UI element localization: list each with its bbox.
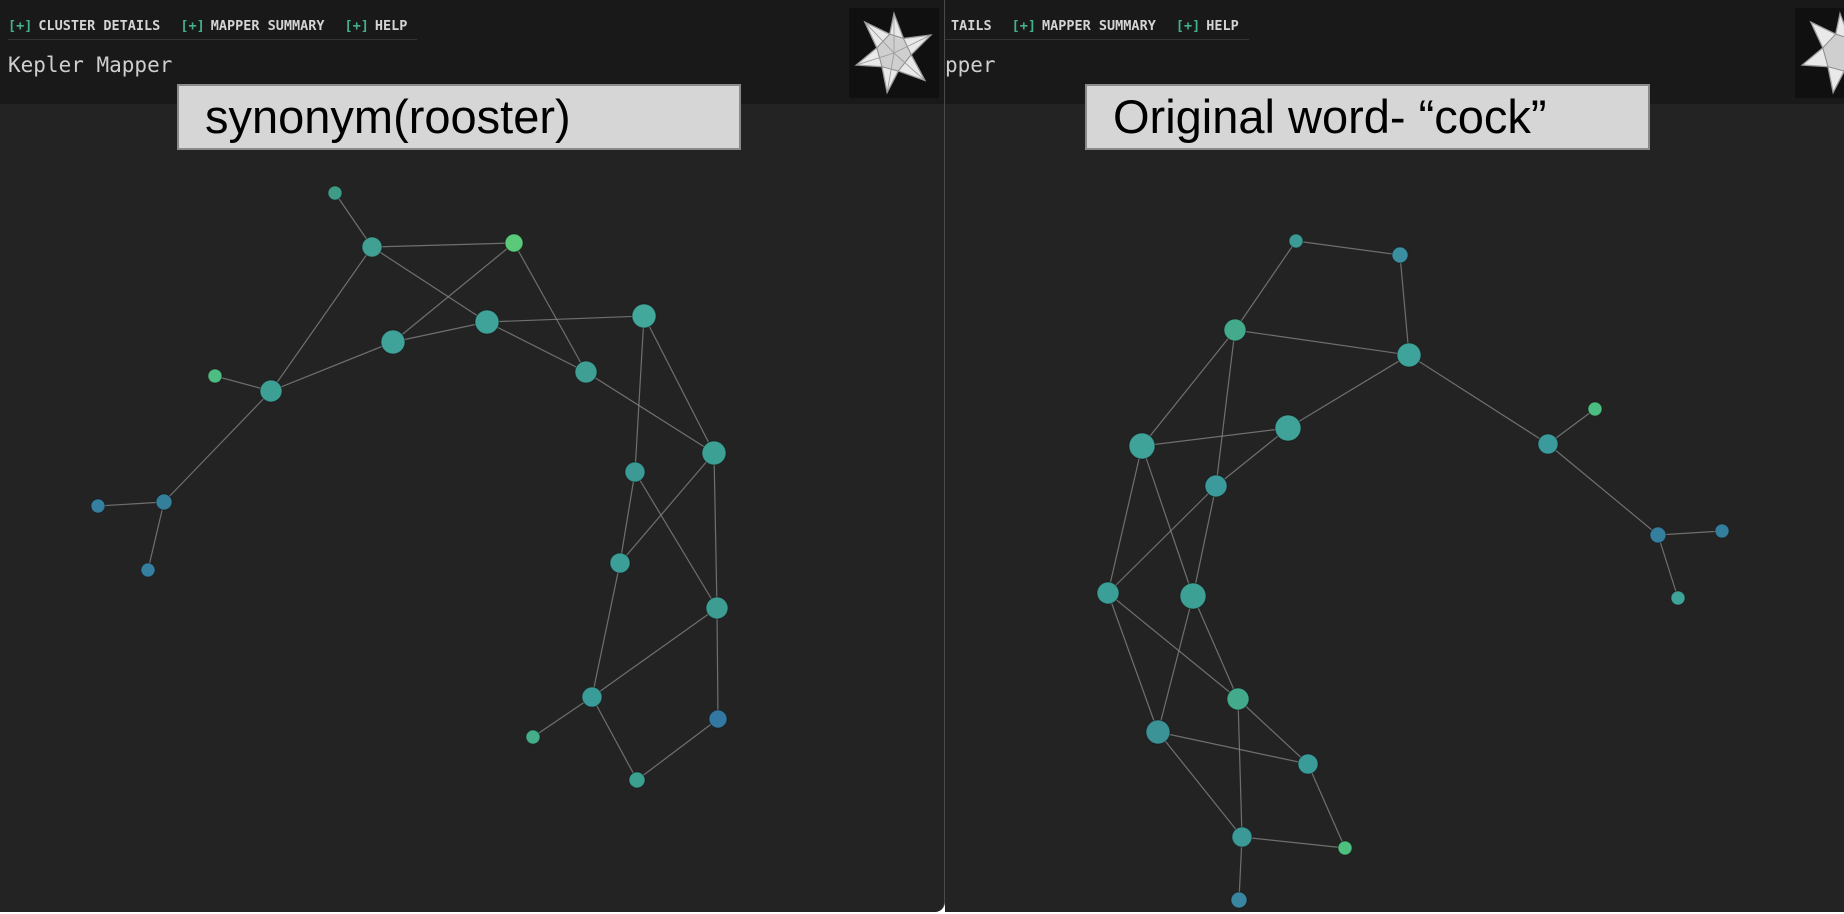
graph-node <box>609 552 631 574</box>
mapper-graph-right[interactable] <box>945 0 1844 912</box>
graph-edge <box>486 321 587 373</box>
graph-edge <box>591 562 621 698</box>
graph-node <box>1288 233 1304 249</box>
nodes <box>1096 233 1730 909</box>
graph-node <box>1096 581 1120 605</box>
graph-node <box>327 185 343 201</box>
graph-edge <box>1141 427 1289 447</box>
graph-edge <box>97 501 165 507</box>
graph-edge <box>1408 354 1549 445</box>
edges <box>1107 240 1723 901</box>
graph-node <box>705 596 729 620</box>
graph-node <box>574 360 598 384</box>
graph-node <box>628 771 646 789</box>
graph-edge <box>513 242 587 373</box>
graph-node <box>1179 582 1207 610</box>
graph-node <box>1396 342 1422 368</box>
graph-node <box>90 498 106 514</box>
graph-edge <box>634 471 718 609</box>
graph-edge <box>591 607 718 698</box>
edges <box>97 192 719 781</box>
graph-node <box>259 379 283 403</box>
graph-edge <box>1237 698 1243 838</box>
graph-edge <box>1141 329 1236 447</box>
graph-edge <box>1107 485 1217 594</box>
graph-edge <box>636 718 719 781</box>
graph-node <box>708 709 728 729</box>
graph-node <box>140 562 156 578</box>
graph-edge <box>1307 763 1346 849</box>
graph-node <box>581 686 603 708</box>
graph-edge <box>486 315 645 323</box>
graph-node <box>1226 687 1250 711</box>
graph-edge <box>1547 443 1659 536</box>
graph-node <box>1128 432 1156 460</box>
graph-node <box>701 440 727 466</box>
graph-edge <box>634 315 645 473</box>
graph-edge <box>591 696 638 781</box>
graph-node <box>504 233 524 253</box>
graph-node <box>631 303 657 329</box>
graph-edge <box>643 315 715 454</box>
graph-edge <box>163 390 272 503</box>
graph-node <box>1587 401 1603 417</box>
graph-edge <box>1241 836 1346 849</box>
graph-edge <box>270 341 394 392</box>
graph-node <box>1297 753 1319 775</box>
graph-edge <box>1657 534 1679 599</box>
graph-edge <box>1157 595 1194 733</box>
graph-edge <box>371 242 515 248</box>
graph-edge <box>1234 240 1297 331</box>
graph-node <box>1337 840 1353 856</box>
graph-node <box>1649 526 1667 544</box>
graph-edge <box>1657 530 1723 536</box>
graph-node <box>1230 891 1248 909</box>
graph-edge <box>619 471 636 564</box>
graph-edge <box>1192 595 1239 700</box>
graph-node <box>1670 590 1686 606</box>
graph-edge <box>1107 445 1143 594</box>
graph-node <box>361 236 383 258</box>
mapper-panel-left: [+] CLUSTER DETAILS [+] MAPPER SUMMARY [+]… <box>0 0 945 912</box>
graph-edge <box>147 501 165 571</box>
graph-node <box>380 329 406 355</box>
graph-edge <box>270 246 373 392</box>
graph-edge <box>713 452 718 609</box>
graph-edge <box>1141 445 1194 597</box>
graph-node <box>1204 474 1228 498</box>
graph-edge <box>1287 354 1410 429</box>
graph-edge <box>392 321 488 343</box>
graph-node <box>1145 719 1171 745</box>
graph-node <box>1391 246 1409 264</box>
graph-edge <box>585 371 715 454</box>
graph-node <box>155 493 173 511</box>
graph-edge <box>1215 427 1289 487</box>
graph-node <box>1714 523 1730 539</box>
mapper-graph-left[interactable] <box>0 0 944 912</box>
graph-edge <box>371 246 488 323</box>
graph-edge <box>1234 329 1410 356</box>
graph-node <box>1274 414 1302 442</box>
graph-edge <box>1399 254 1410 356</box>
graph-edge <box>1237 698 1309 765</box>
graph-edge <box>716 607 719 720</box>
graph-node <box>1223 318 1247 342</box>
mapper-panel-right: TAILS [+] MAPPER SUMMARY [+] HELP pper Ori… <box>945 0 1844 912</box>
graph-node <box>474 309 500 335</box>
graph-node <box>207 368 223 384</box>
graph-edge <box>1215 329 1236 487</box>
graph-edge <box>1192 485 1217 597</box>
graph-node <box>624 461 646 483</box>
graph-node <box>1537 433 1559 455</box>
graph-edge <box>1295 240 1401 256</box>
graph-edge <box>532 696 593 738</box>
graph-node <box>1231 826 1253 848</box>
graph-node <box>525 729 541 745</box>
